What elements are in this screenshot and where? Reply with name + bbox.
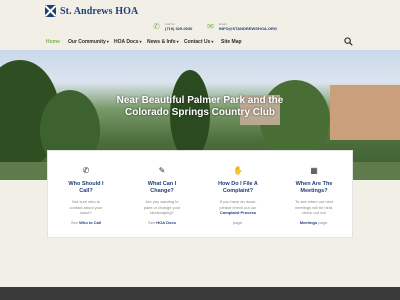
chevron-down-icon: ▾ [106, 39, 109, 44]
card-link-line: page. [232, 219, 243, 225]
chevron-down-icon: ▾ [176, 39, 179, 44]
meetings-link[interactable]: Meetings [300, 220, 317, 225]
card-description: To see when our next meetings will be hel… [294, 199, 334, 215]
nav-site-map[interactable]: Site Map [221, 39, 242, 45]
card-what-can-i-change: ✎ What Can I Change? Are you wanting to pa… [124, 151, 200, 237]
complaint-process-link[interactable]: Complaint Process [220, 210, 256, 215]
card-link-line: Meetings page. [299, 219, 329, 225]
paintbrush-icon: ✎ [158, 166, 166, 175]
card-title: When Are The Meetings? [295, 181, 333, 194]
info-cards: ✆ Who Should I Call? Not sure who to conta… [47, 150, 353, 238]
card-description: If you have an issue, please check out ou… [219, 199, 257, 215]
hoa-docs-link[interactable]: HOA Docs [156, 220, 176, 225]
card-description: Not sure who to contact about your issue? [69, 199, 103, 215]
email-address[interactable]: INFO@STANDREWSHOA.ORG [219, 26, 277, 31]
scottish-flag-icon [45, 5, 56, 17]
who-to-call-link[interactable]: Who to Call [79, 220, 101, 225]
nav-hoa-docs[interactable]: HOA Docs▾ [114, 39, 142, 45]
phone-icon: ✆ [153, 21, 160, 31]
header: St. Andrews HOA ✆ Call Us (719) 329-0030… [0, 0, 400, 32]
chevron-down-icon: ▾ [139, 39, 142, 44]
phone-contact[interactable]: ✆ Call Us (719) 329-0030 [152, 22, 192, 31]
card-title: What Can I Change? [147, 181, 177, 194]
card-file-complaint: ✋ How Do I File A Complaint? If you have … [200, 151, 276, 237]
site-logo[interactable]: St. Andrews HOA [45, 5, 138, 17]
email-contact[interactable]: ✉ Email INFO@STANDREWSHOA.ORG [206, 22, 277, 31]
chevron-down-icon: ▾ [211, 39, 214, 44]
card-meetings: ▦ When Are The Meetings? To see when our … [276, 151, 352, 237]
search-icon[interactable] [344, 37, 353, 46]
envelope-icon: ✉ [207, 21, 214, 31]
nav-news-info[interactable]: News & Info▾ [147, 39, 179, 45]
phone-number[interactable]: (719) 329-0030 [165, 26, 192, 31]
card-description: Are you wanting to paint or change your la… [143, 199, 181, 215]
phone-icon: ✆ [82, 166, 90, 175]
card-title: How Do I File A Complaint? [218, 181, 258, 194]
hero-title: Near Beautiful Palmer Park and the Color… [116, 95, 284, 118]
main-nav: Home Our Community▾ HOA Docs▾ News & Inf… [0, 35, 400, 49]
thumbs-down-icon: ✋ [233, 166, 243, 175]
calendar-icon: ▦ [310, 166, 318, 175]
card-link-line: See Who to Call [70, 219, 102, 225]
footer-bar [0, 287, 400, 300]
nav-contact-us[interactable]: Contact Us▾ [184, 39, 213, 45]
nav-our-community[interactable]: Our Community▾ [68, 39, 109, 45]
nav-home[interactable]: Home [46, 39, 60, 45]
card-link-line: See HOA Docs [148, 219, 176, 225]
site-title: St. Andrews HOA [60, 5, 139, 17]
card-who-to-call: ✆ Who Should I Call? Not sure who to conta… [48, 151, 124, 237]
card-title: Who Should I Call? [68, 181, 104, 194]
